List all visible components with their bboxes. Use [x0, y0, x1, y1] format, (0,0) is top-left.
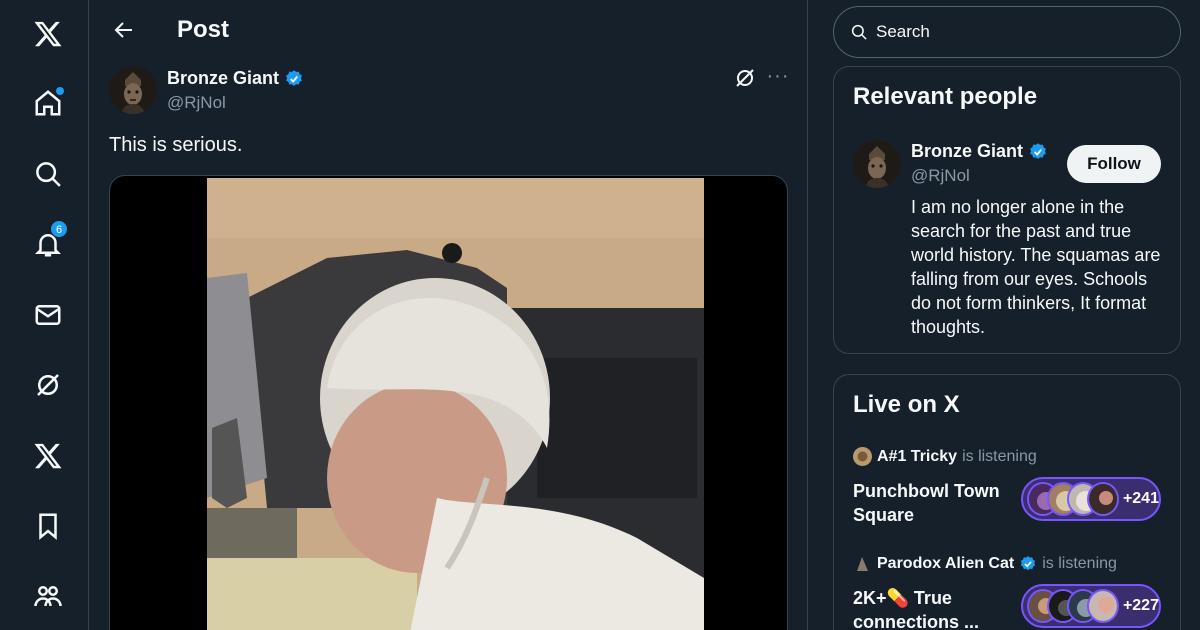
explore-icon[interactable]	[24, 150, 72, 198]
host-avatar	[853, 554, 872, 573]
more-options-icon[interactable]: ···	[766, 66, 790, 90]
notifications-icon[interactable]: 6	[24, 220, 72, 268]
grok-analyze-icon[interactable]	[733, 66, 757, 90]
verified-badge-icon	[286, 69, 302, 86]
relevant-people-card: Relevant people Bronze Giant @RjNol Foll…	[833, 66, 1181, 354]
relevant-person-bio: I am no longer alone in the search for t…	[911, 197, 1161, 337]
relevant-person-name[interactable]: Bronze Giant	[911, 141, 1048, 162]
live-space-1-title[interactable]: Punchbowl Town Square	[853, 479, 1018, 527]
live-title: Live on X	[853, 391, 960, 418]
verified-badge-icon	[1021, 555, 1036, 570]
post-avatar[interactable]	[109, 66, 157, 114]
listener-avatar	[1086, 482, 1119, 516]
search-input[interactable]: Search	[833, 6, 1181, 58]
notifications-badge: 6	[50, 220, 68, 238]
host-status: is listening	[962, 447, 1037, 465]
messages-icon[interactable]	[24, 291, 72, 339]
post-text: This is serious.	[109, 134, 243, 156]
host-avatar	[853, 447, 872, 466]
host-name: Parodox Alien Cat	[877, 554, 1015, 572]
listener-count: +241	[1122, 490, 1159, 507]
live-space-1-listeners[interactable]: +241	[1021, 477, 1161, 521]
bookmarks-icon[interactable]	[24, 502, 72, 550]
video-frame[interactable]	[207, 178, 704, 630]
main-column: Post Bronze Giant @RjNol ··· This is ser…	[90, 0, 808, 630]
listener-avatar	[1086, 589, 1119, 623]
relevant-people-title: Relevant people	[853, 83, 1038, 110]
post-header: Post	[90, 0, 808, 62]
back-arrow-icon[interactable]	[108, 14, 140, 46]
page-title: Post	[177, 16, 230, 43]
live-space-2-listeners[interactable]: +227	[1021, 584, 1161, 628]
live-space-2-title[interactable]: 2K+💊 True connections ...	[853, 586, 1018, 630]
follow-button[interactable]: Follow	[1067, 145, 1161, 183]
listener-count: +227	[1122, 597, 1159, 614]
live-space-1-host[interactable]: A#1 Tricky is listening	[853, 447, 1037, 466]
relevant-avatar[interactable]	[853, 140, 901, 188]
relevant-name-text[interactable]: Bronze Giant	[911, 141, 1023, 162]
home-unread-dot	[56, 87, 64, 95]
live-space-2-host[interactable]: Parodox Alien Cat is listening	[853, 554, 1117, 573]
search-icon	[851, 24, 867, 40]
post-video[interactable]	[109, 175, 788, 630]
search-placeholder: Search	[876, 22, 930, 41]
communities-icon[interactable]	[24, 572, 72, 620]
verified-badge-icon	[1030, 142, 1046, 159]
host-status: is listening	[1042, 554, 1117, 572]
live-on-x-card: Live on X A#1 Tricky is listening Punchb…	[833, 374, 1181, 630]
host-name: A#1 Tricky	[877, 447, 958, 465]
home-icon[interactable]	[24, 79, 72, 127]
post-author-name[interactable]: Bronze Giant	[167, 68, 304, 89]
post-author-handle[interactable]: @RjNol	[167, 93, 226, 113]
left-nav: 6	[0, 0, 89, 630]
relevant-person-handle[interactable]: @RjNol	[911, 166, 970, 186]
x-logo-icon[interactable]	[24, 10, 72, 58]
premium-x-icon[interactable]	[24, 432, 72, 480]
grok-icon[interactable]	[24, 361, 72, 409]
author-name-text[interactable]: Bronze Giant	[167, 68, 279, 89]
